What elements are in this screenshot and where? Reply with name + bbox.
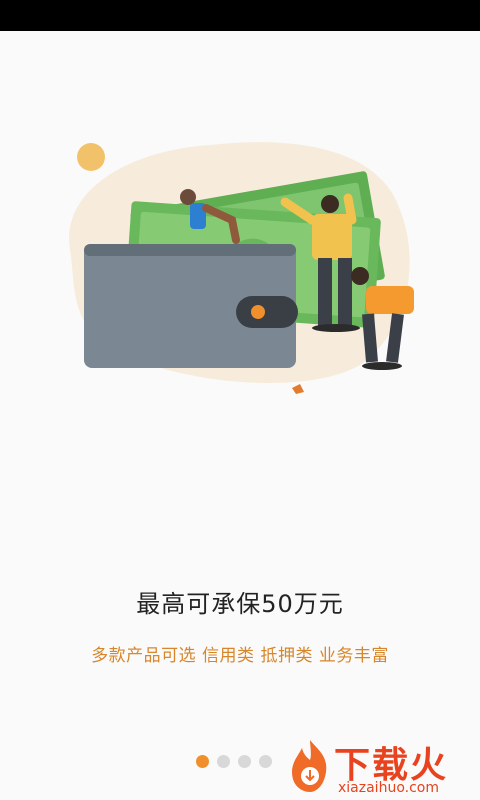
wallet-money-illustration xyxy=(69,142,414,394)
page-dot-4[interactable] xyxy=(259,755,272,768)
page-dot-1[interactable] xyxy=(196,755,209,768)
page-indicator xyxy=(196,755,272,768)
watermark: 下载火 xiazaihuo.com xyxy=(280,734,480,800)
onboarding-headline: 最高可承保50万元 xyxy=(136,590,344,618)
page-dot-2[interactable] xyxy=(217,755,230,768)
flame-logo-icon xyxy=(292,740,327,792)
onboarding-subline: 多款产品可选 信用类 抵押类 业务丰富 xyxy=(91,646,389,666)
status-bar xyxy=(0,0,480,31)
watermark-url: xiazaihuo.com xyxy=(338,780,439,796)
page-dot-3[interactable] xyxy=(238,755,251,768)
